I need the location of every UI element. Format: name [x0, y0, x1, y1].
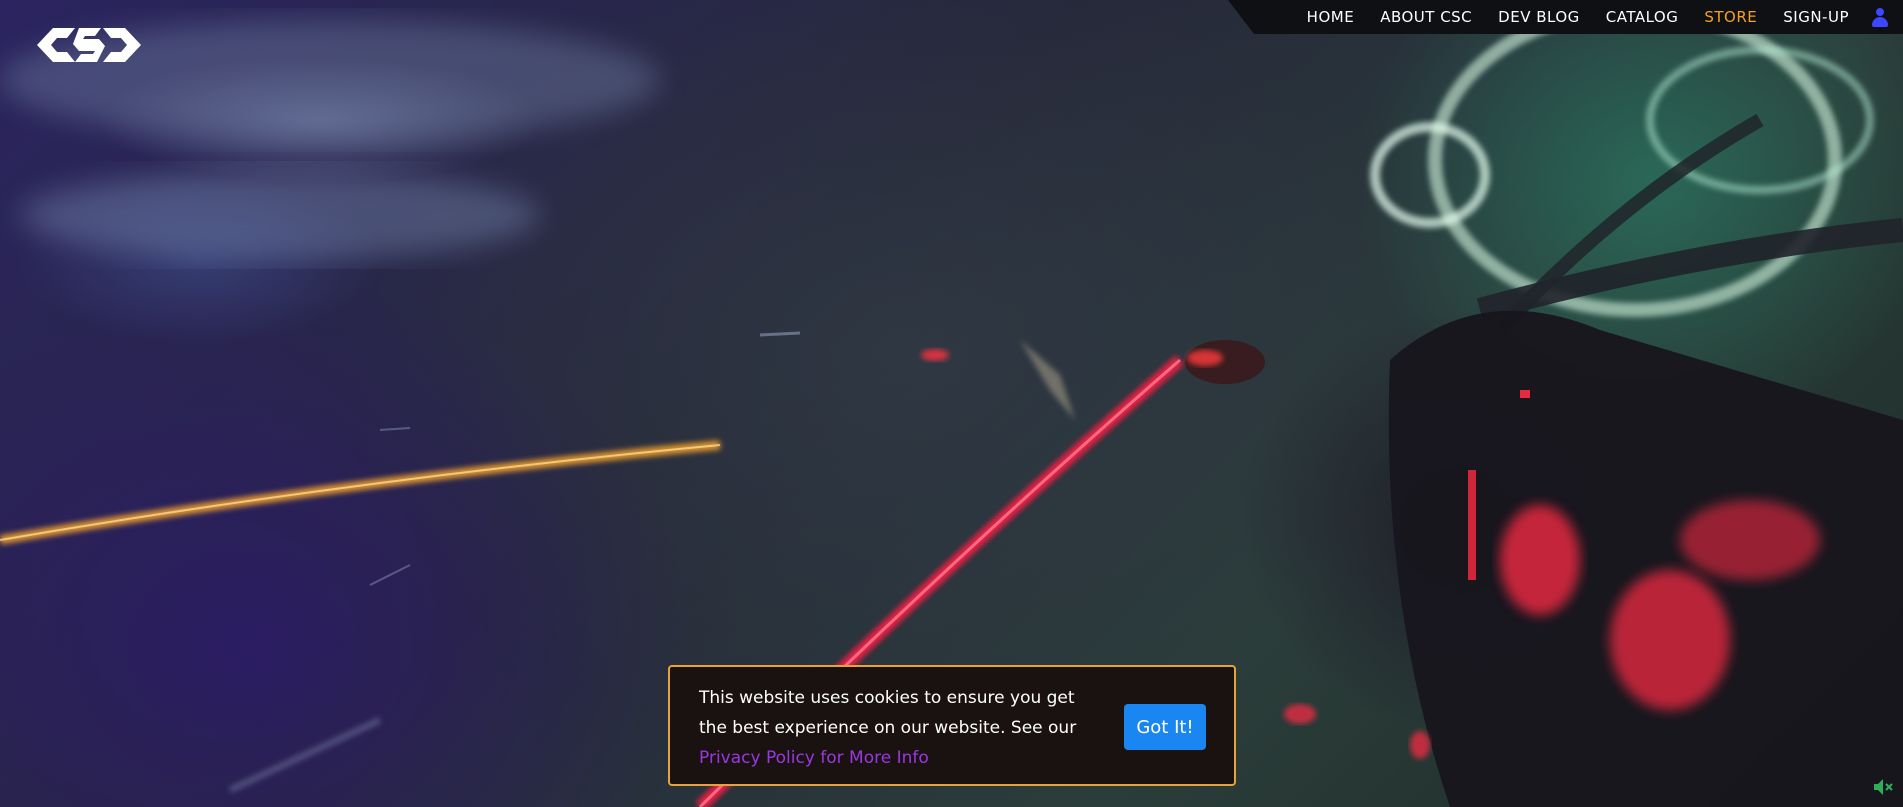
user-icon-body [1872, 17, 1888, 27]
enemy-ship-glow [1187, 350, 1223, 366]
speed-streak [369, 564, 411, 586]
nav-item-dev-blog[interactable]: DEV BLOG [1498, 8, 1580, 26]
orange-laser [0, 440, 721, 545]
nav-item-home[interactable]: HOME [1307, 8, 1355, 26]
user-icon-head [1876, 8, 1884, 16]
blur-streak [20, 170, 540, 260]
ship-light [1680, 500, 1820, 580]
cookie-banner: This website uses cookies to ensure you … [668, 665, 1236, 786]
user-icon[interactable] [1871, 7, 1889, 27]
got-it-button[interactable]: Got It! [1124, 704, 1206, 750]
ship-light [1610, 570, 1730, 710]
cookie-message: This website uses cookies to ensure you … [699, 683, 1099, 773]
speed-streak [228, 717, 382, 793]
cookie-message-text: This website uses cookies to ensure you … [699, 688, 1077, 738]
ship-debris [1020, 340, 1075, 420]
top-nav: HOME ABOUT CSC DEV BLOG CATALOG STORE SI… [1281, 0, 1903, 34]
spark [921, 349, 949, 361]
muted-speaker-icon[interactable] [1872, 776, 1894, 798]
ship-light [1410, 731, 1430, 759]
nav-item-sign-up[interactable]: SIGN-UP [1783, 8, 1849, 26]
nav-item-store[interactable]: STORE [1704, 8, 1757, 26]
ship-light [1520, 390, 1530, 398]
nav-item-about-csc[interactable]: ABOUT CSC [1380, 8, 1472, 26]
ship-light [1500, 505, 1580, 615]
page: HOME ABOUT CSC DEV BLOG CATALOG STORE SI… [0, 0, 1903, 807]
nav-item-catalog[interactable]: CATALOG [1606, 8, 1679, 26]
ship-light [1284, 704, 1316, 724]
csc-logo[interactable] [35, 26, 143, 64]
speed-streak [379, 427, 411, 431]
privacy-policy-link[interactable]: Privacy Policy for More Info [699, 748, 929, 768]
speed-streak [759, 331, 801, 337]
ship-light [1468, 470, 1476, 580]
player-ship [1388, 310, 1903, 807]
